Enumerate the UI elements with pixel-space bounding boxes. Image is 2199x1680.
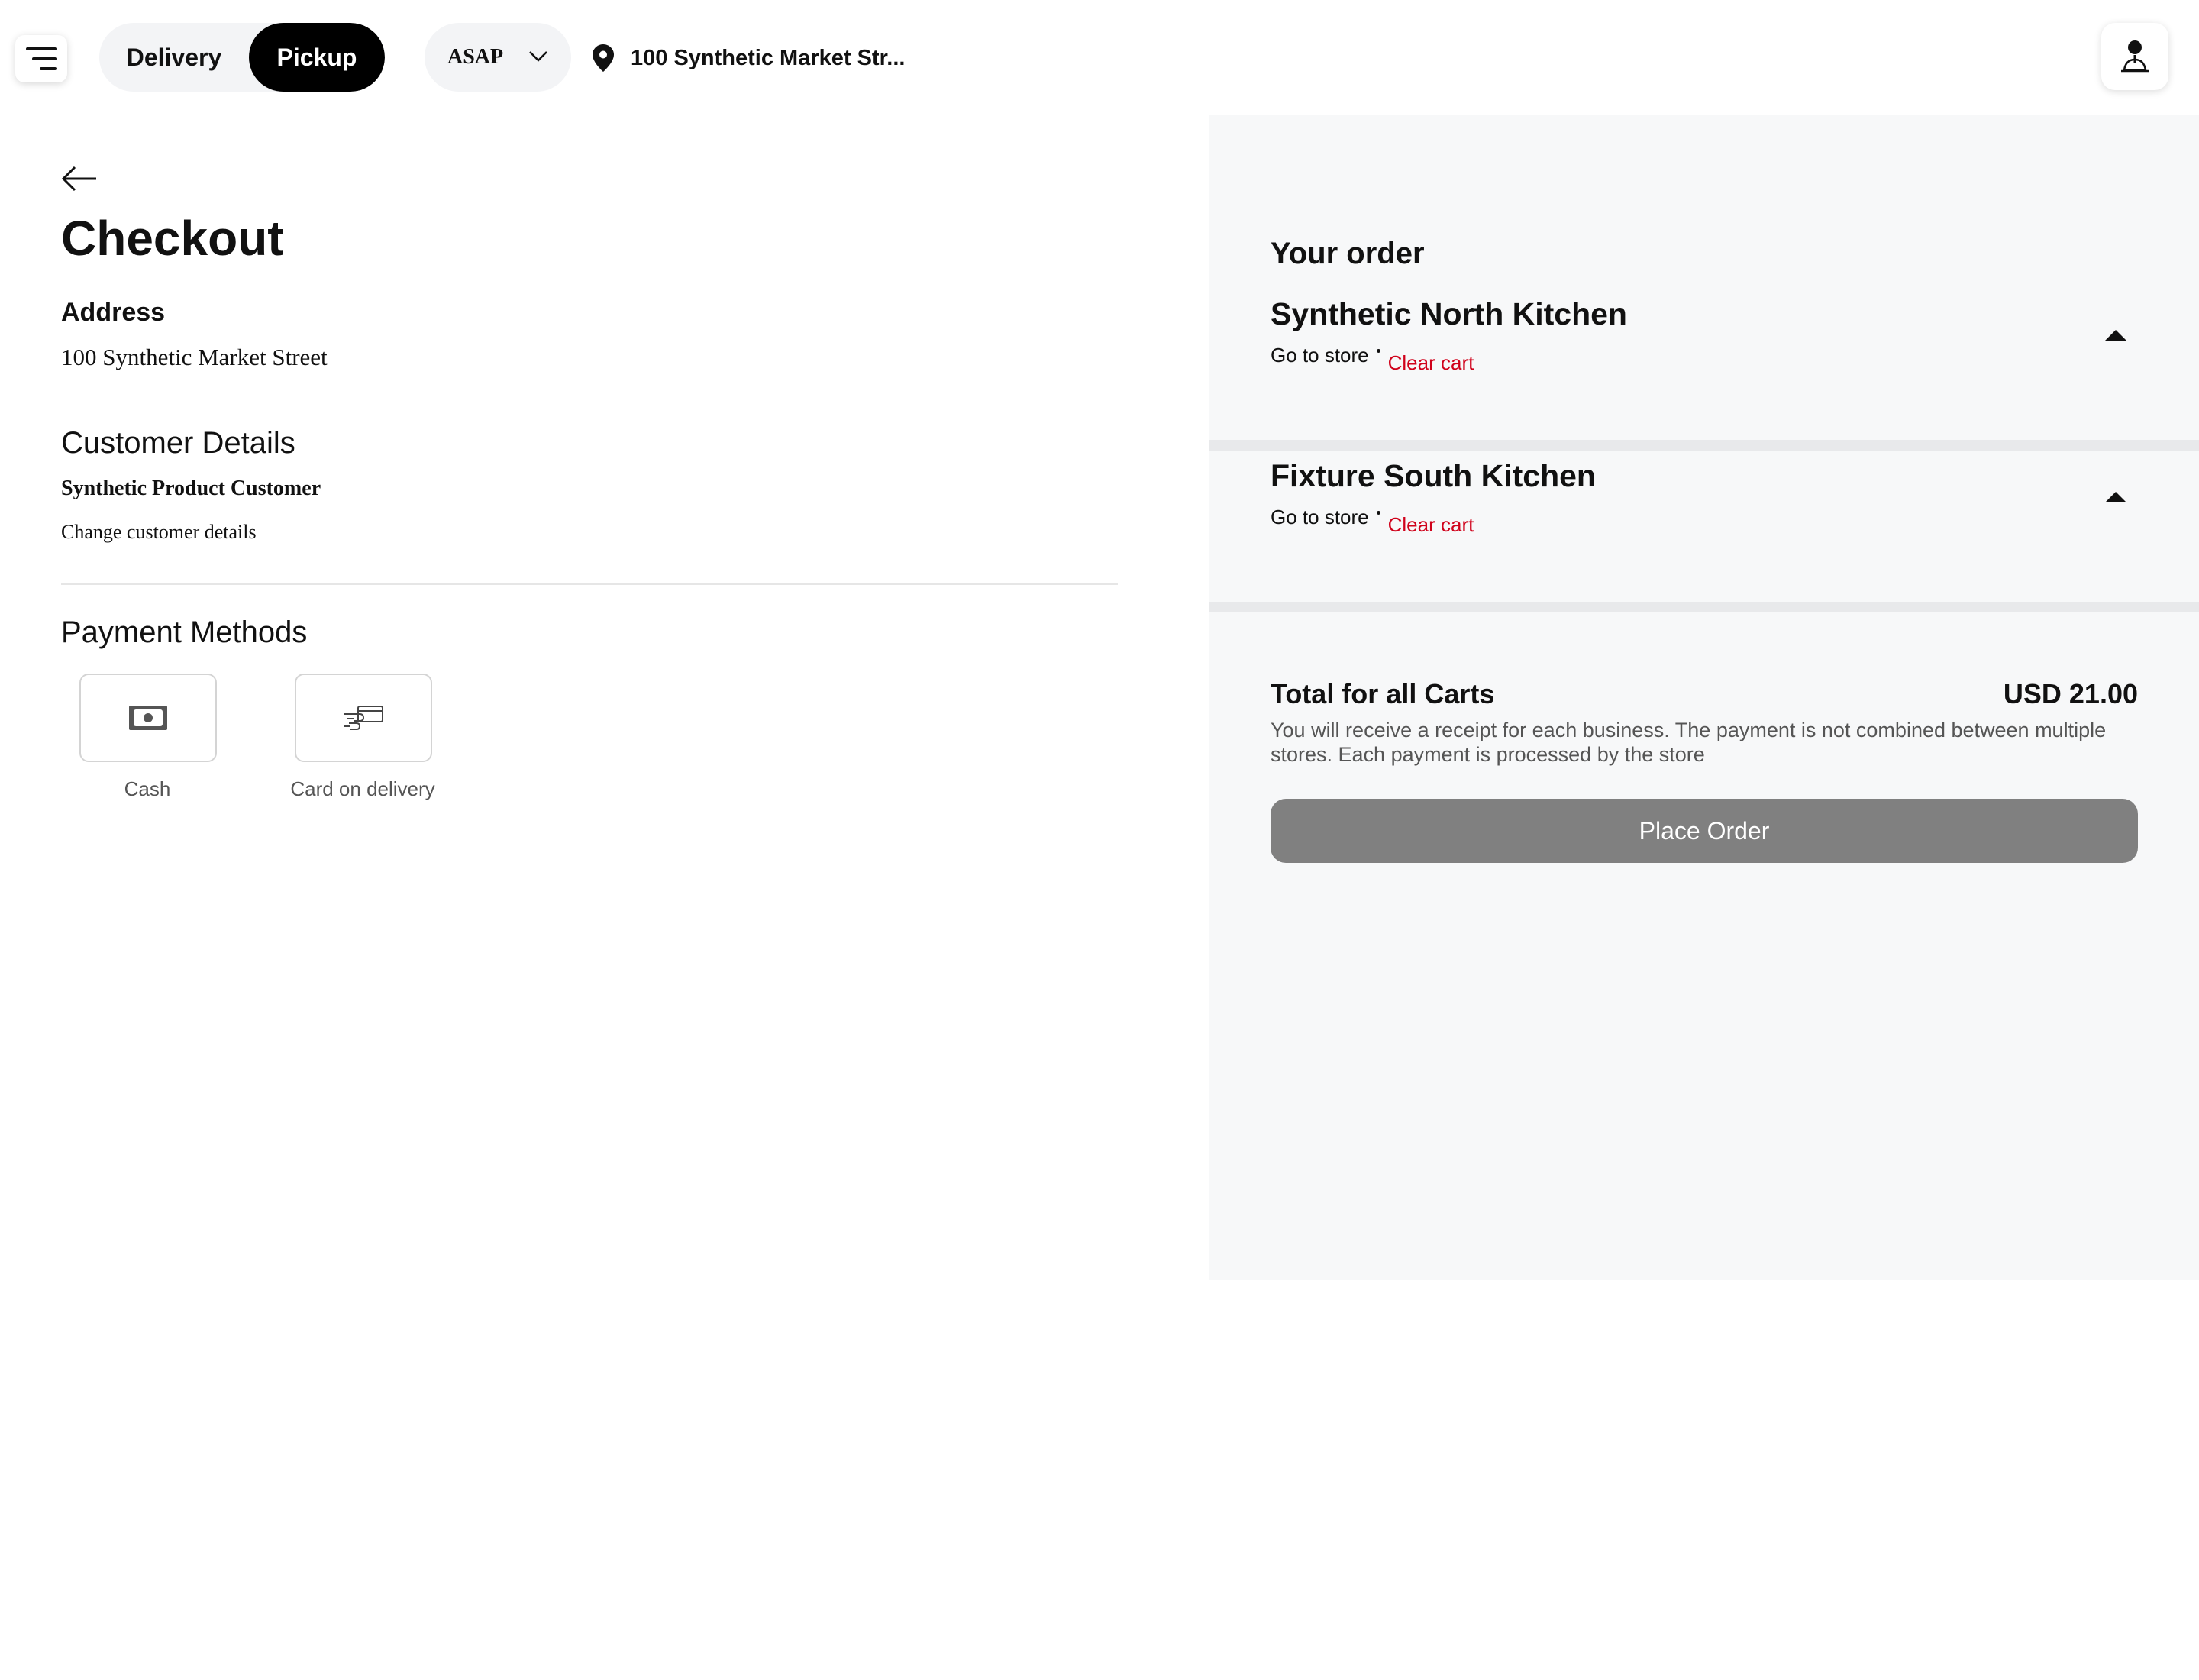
payment-method-label: Cash — [124, 777, 171, 800]
payment-method-card[interactable] — [295, 674, 432, 762]
address-heading: Address — [61, 298, 166, 327]
time-select-value: ASAP — [447, 45, 504, 69]
change-customer-details-link[interactable]: Change customer details — [61, 521, 257, 544]
payment-method-card-on-delivery[interactable]: Card on delivery — [290, 674, 435, 800]
payment-methods-heading: Payment Methods — [61, 615, 308, 649]
chevron-down-icon — [529, 51, 547, 62]
total-note: You will receive a receipt for each busi… — [1271, 719, 2107, 766]
location-pin-icon — [593, 44, 614, 72]
divider — [61, 583, 1118, 585]
address-selector[interactable]: 100 Synthetic Market Str... — [593, 35, 905, 81]
customer-name: Synthetic Product Customer — [61, 477, 321, 500]
go-to-store-link[interactable]: Go to store — [1271, 506, 1369, 529]
menu-button[interactable] — [15, 35, 67, 82]
store-name: Synthetic North Kitchen — [1271, 296, 1627, 331]
store-name: Fixture South Kitchen — [1271, 458, 1596, 493]
time-select[interactable]: ASAP — [425, 23, 571, 92]
address-value: 100 Synthetic Market Street — [61, 344, 328, 370]
card-hand-icon — [344, 706, 383, 730]
clear-cart-link[interactable]: Clear cart — [1388, 513, 1474, 537]
collapse-caret-icon[interactable] — [2104, 328, 2127, 342]
cart-actions: Go to store Clear cart — [1271, 344, 1474, 374]
customer-details-heading: Customer Details — [61, 426, 295, 460]
delivery-mode-toggle: Delivery Pickup — [99, 23, 385, 92]
cart-separator — [1209, 440, 2199, 451]
user-icon — [2121, 40, 2149, 73]
arrow-left-icon — [61, 166, 96, 192]
order-title: Your order — [1271, 237, 1425, 270]
payment-method-label: Card on delivery — [290, 777, 435, 800]
go-to-store-link[interactable]: Go to store — [1271, 344, 1369, 367]
address-selector-label: 100 Synthetic Market Str... — [631, 45, 906, 70]
cart-actions: Go to store Clear cart — [1271, 506, 1474, 536]
order-summary-panel: Your order Synthetic North Kitchen Go to… — [1209, 115, 2199, 1280]
payment-method-cash[interactable]: Cash — [79, 674, 217, 800]
total-value: USD 21.00 — [2003, 678, 2138, 709]
payment-method-card[interactable] — [79, 674, 217, 762]
separator-dot — [1376, 511, 1380, 515]
menu-icon — [26, 47, 57, 70]
collapse-caret-icon[interactable] — [2104, 490, 2127, 504]
cash-icon — [129, 706, 167, 730]
delivery-option[interactable]: Delivery — [99, 23, 249, 92]
total-label: Total for all Carts — [1271, 678, 1495, 709]
cart-separator — [1209, 602, 2199, 612]
back-button[interactable] — [61, 163, 98, 194]
page-title: Checkout — [61, 211, 284, 266]
separator-dot — [1376, 349, 1380, 353]
clear-cart-link[interactable]: Clear cart — [1388, 351, 1474, 375]
place-order-button[interactable]: Place Order — [1271, 799, 2138, 863]
profile-button[interactable] — [2101, 23, 2168, 90]
pickup-option[interactable]: Pickup — [249, 23, 385, 92]
